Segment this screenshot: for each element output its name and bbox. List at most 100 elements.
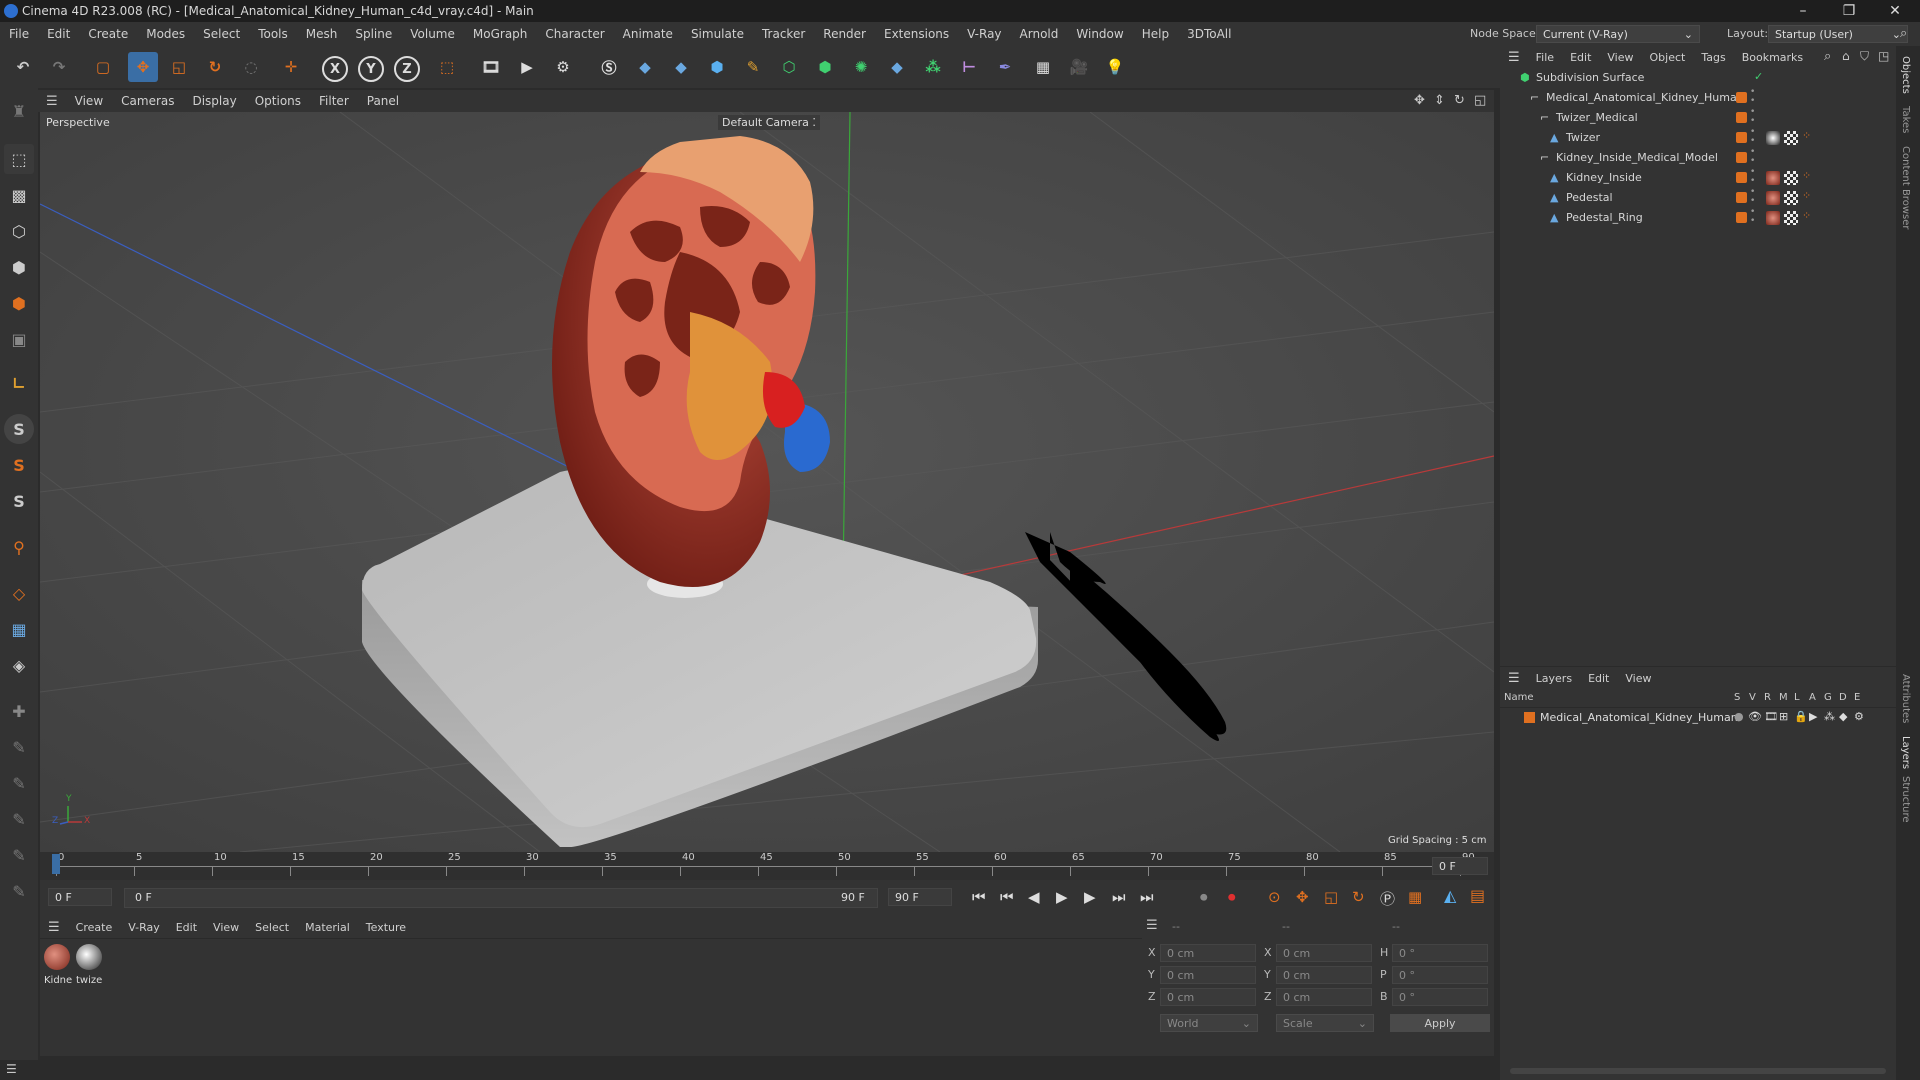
scale-tool-icon[interactable]: ◱ [164,52,194,82]
viewport-menu-view[interactable]: View [66,94,112,108]
auto-key-icon[interactable]: ⏺ [1228,888,1236,906]
minimize-button[interactable]: – [1780,0,1826,22]
size-y-field[interactable]: 0 cm [1276,966,1372,984]
layer-lock-icon[interactable]: 🔒 [1794,710,1808,723]
brush-icon[interactable]: ✎ [4,768,34,798]
layer-manager-icon[interactable]: ⊞ [1779,710,1788,723]
python-icon[interactable]: ◆ [630,52,660,82]
menu-file[interactable]: File [0,27,38,41]
om-menu-tags[interactable]: Tags [1693,51,1733,64]
menu-mesh[interactable]: Mesh [297,27,347,41]
mograph-icon[interactable]: ⁂ [918,52,948,82]
hamburger-icon[interactable]: ☰ [1500,671,1528,686]
visibility-dots-icon[interactable]: • • [1750,108,1755,126]
menu-help[interactable]: Help [1133,27,1178,41]
texture-tag-icon[interactable] [1784,171,1798,185]
checkmark-icon[interactable]: ✓ [1754,70,1763,83]
start-frame-field[interactable]: 0 F [48,888,112,906]
points-mode-icon[interactable]: ⬡ [4,216,34,246]
visibility-dots-icon[interactable]: • • [1750,168,1755,186]
menu-modes[interactable]: Modes [137,27,194,41]
size-mode-select[interactable]: Scale ⌄ [1276,1014,1374,1032]
menu-character[interactable]: Character [536,27,613,41]
new-window-icon[interactable]: ◳ [1878,49,1889,63]
key-rotation-icon[interactable]: ↻ [1352,888,1365,906]
object-row[interactable]: ⌐ Twizer_Medical • • [1500,108,1896,128]
viewport-menu-cameras[interactable]: Cameras [112,94,183,108]
material-tag-icon[interactable] [1766,191,1780,205]
z-axis-lock-icon[interactable]: Z [394,56,420,82]
coordinate-system-icon[interactable]: ⬚ [432,52,462,82]
material-item[interactable]: twize [74,942,104,990]
node-space-select[interactable]: Current (V-Ray) ⌄ [1536,25,1700,43]
make-editable-icon[interactable]: ♜ [4,96,34,126]
vray-tag-icon[interactable]: ⁘ [1802,169,1811,182]
pos-y-field[interactable]: 0 cm [1160,966,1256,984]
key-pla-icon[interactable]: ▦ [1408,888,1422,906]
mat-menu-vray[interactable]: V-Ray [120,921,168,934]
texture-tag-icon[interactable] [1784,191,1798,205]
tab-objects[interactable]: Objects [1900,56,1911,94]
deformer-icon[interactable]: ◆ [882,52,912,82]
menu-vray[interactable]: V-Ray [958,27,1010,41]
pen-icon[interactable]: ✎ [738,52,768,82]
visibility-dots-icon[interactable]: • • [1750,188,1755,206]
vray-tag-icon[interactable]: ⁘ [1802,209,1811,222]
layer-visible-icon[interactable]: 👁 [1748,710,1762,723]
move-tool-icon[interactable]: ✥ [128,52,158,82]
menu-arnold[interactable]: Arnold [1011,27,1068,41]
layout-select[interactable]: Startup (User) ⌄ [1768,25,1908,43]
object-row[interactable]: ⌐ Kidney_Inside_Medical_Model • • [1500,148,1896,168]
mat-menu-edit[interactable]: Edit [168,921,205,934]
menu-volume[interactable]: Volume [401,27,464,41]
viewport-menu-display[interactable]: Display [183,94,245,108]
effector-icon[interactable]: ✒ [990,52,1020,82]
rot-b-field[interactable]: 0 ° [1392,988,1488,1006]
hamburger-icon[interactable]: ☰ [38,94,66,109]
material-tag-icon[interactable] [1766,171,1780,185]
floor-icon[interactable]: ▦ [1028,52,1058,82]
home-icon[interactable]: ⌂ [1842,49,1850,63]
menu-extensions[interactable]: Extensions [875,27,958,41]
magnet-icon[interactable]: ⚲ [4,532,34,562]
render-region-icon[interactable]: 🎞 [476,52,506,82]
subdivision-icon[interactable]: ⬡ [774,52,804,82]
timeline-ruler[interactable]: 051015202530354045505560657075808590 0 F [40,852,1494,880]
hamburger-icon[interactable]: ☰ [40,920,68,935]
camera-icon[interactable]: 🎥 [1064,52,1094,82]
rot-h-field[interactable]: 0 ° [1392,944,1488,962]
layer-menu-layers[interactable]: Layers [1528,672,1580,685]
size-x-field[interactable]: 0 cm [1276,944,1372,962]
texture-tag-icon[interactable] [1784,131,1798,145]
locked-workplane-icon[interactable]: ◈ [4,650,34,680]
sculpt-icon[interactable]: ✚ [4,696,34,726]
uv-mode-icon[interactable]: ▣ [4,324,34,354]
om-menu-edit[interactable]: Edit [1562,51,1599,64]
default-camera-label[interactable]: Default Camera ⁚ [718,115,820,130]
end-frame-field[interactable]: 90 F [888,888,952,906]
keyframe-selection-icon[interactable]: ⊙ [1268,888,1281,906]
object-row[interactable]: ▲ Kidney_Inside • • ⁘ [1500,168,1896,188]
menu-select[interactable]: Select [194,27,249,41]
tab-content-browser[interactable]: Content Browser [1900,146,1911,229]
snap-settings-icon[interactable]: S [4,450,34,480]
menu-render[interactable]: Render [814,27,875,41]
size-z-field[interactable]: 0 cm [1276,988,1372,1006]
om-menu-bookmarks[interactable]: Bookmarks [1734,51,1811,64]
menu-create[interactable]: Create [79,27,137,41]
pan-icon[interactable]: ✥ [1414,93,1425,108]
visibility-dots-icon[interactable]: • • [1750,128,1755,146]
menu-tracker[interactable]: Tracker [753,27,814,41]
vray-icon[interactable]: Ⓢ [594,52,624,82]
menu-animate[interactable]: Animate [614,27,682,41]
zoom-icon[interactable]: ⇕ [1434,93,1445,108]
coord-mode-select[interactable]: World ⌄ [1160,1014,1258,1032]
mat-menu-select[interactable]: Select [247,921,297,934]
polygons-mode-icon[interactable]: ⬢ [4,288,34,318]
current-frame-field[interactable]: 0 F [1432,857,1488,875]
model-mode-icon[interactable]: ⬚ [4,144,34,174]
snap-quantize-icon[interactable]: S [4,486,34,516]
viewport-menu-filter[interactable]: Filter [310,94,358,108]
object-row[interactable]: ▲ Twizer • • ⁘ [1500,128,1896,148]
mat-menu-material[interactable]: Material [297,921,358,934]
